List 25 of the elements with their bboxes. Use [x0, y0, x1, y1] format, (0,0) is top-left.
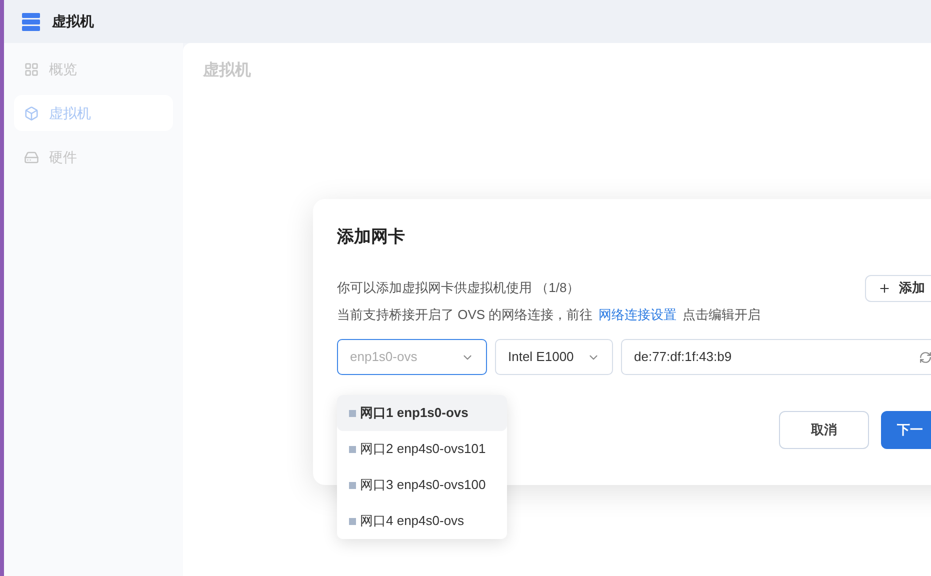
- note-text: 点击编辑开启: [682, 306, 761, 324]
- dropdown-option[interactable]: 网口1 enp1s0-ovs: [337, 395, 507, 431]
- cancel-button[interactable]: 取消: [779, 411, 869, 449]
- next-button[interactable]: 下一: [881, 411, 931, 449]
- square-icon: [349, 410, 356, 416]
- cube-icon: [24, 106, 39, 120]
- plus-icon: [878, 282, 891, 294]
- model-select[interactable]: Intel E1000: [495, 339, 613, 375]
- app-title: 虚拟机: [52, 12, 94, 31]
- add-button[interactable]: 添加: [865, 274, 931, 302]
- mac-field[interactable]: de:77:df:1f:43:b9: [621, 339, 931, 375]
- dropdown-option[interactable]: 网口3 enp4s0-ovs100: [337, 467, 507, 503]
- square-icon: [349, 518, 356, 524]
- dropdown-option[interactable]: 网口4 enp4s0-ovs: [337, 503, 507, 539]
- note-text: 当前支持桥接开启了 OVS 的网络连接，前往: [337, 306, 593, 324]
- description: 你可以添加虚拟网卡供虚拟机使用 （1/8）: [337, 279, 581, 298]
- square-icon: [349, 482, 356, 488]
- square-icon: [349, 446, 356, 452]
- server-icon: [20, 10, 42, 32]
- refresh-icon: [919, 350, 931, 364]
- grid-icon: [24, 62, 39, 76]
- dropdown-option[interactable]: 网口2 enp4s0-ovs101: [337, 431, 507, 467]
- network-settings-link[interactable]: 网络连接设置: [598, 305, 677, 325]
- drive-icon: [24, 150, 39, 164]
- dialog-title: 添加网卡: [337, 226, 406, 248]
